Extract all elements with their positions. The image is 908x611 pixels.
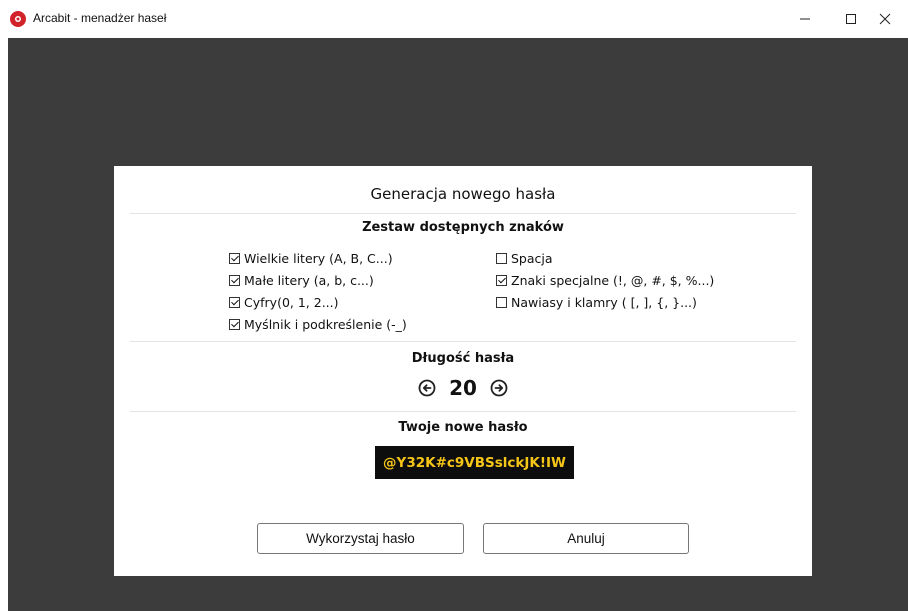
password-generator-dialog: Generacja nowego hasła Zestaw dostępnych… [114,166,812,576]
arrow-right-circle-icon [490,379,508,397]
minimize-button[interactable] [782,0,828,38]
length-section-title: Długość hasła [411,351,515,366]
arrow-left-circle-icon [418,379,436,397]
option-dash-underscore[interactable]: Myślnik i podkreślenie (-_) [229,317,407,332]
cancel-button[interactable]: Anuluj [483,523,689,554]
title-bar: Arcabit - menadżer haseł [0,0,908,38]
divider [130,213,796,214]
decrease-length-button[interactable] [418,379,436,397]
checkbox-dash-underscore[interactable] [229,319,240,330]
increase-length-button[interactable] [490,379,508,397]
option-brackets[interactable]: Nawiasy i klamry ( [, ], {, }...) [496,295,697,310]
option-label: Spacja [511,251,553,266]
option-label: Wielkie litery (A, B, C...) [244,251,393,266]
use-password-button[interactable]: Wykorzystaj hasło [257,523,464,554]
option-uppercase[interactable]: Wielkie litery (A, B, C...) [229,251,393,266]
option-label: Myślnik i podkreślenie (-_) [244,317,407,332]
option-space[interactable]: Spacja [496,251,553,266]
option-label: Małe litery (a, b, c...) [244,273,374,288]
option-label: Znaki specjalne (!, @, #, $, %...) [511,273,715,288]
checkbox-brackets[interactable] [496,297,507,308]
option-label: Nawiasy i klamry ( [, ], {, }...) [511,295,697,310]
divider [130,411,796,412]
dialog-title: Generacja nowego hasła [370,185,556,203]
divider [130,341,796,342]
charset-section-title: Zestaw dostępnych znaków [362,220,564,235]
checkbox-uppercase[interactable] [229,253,240,264]
checkbox-lowercase[interactable] [229,275,240,286]
close-button[interactable] [862,0,908,38]
length-stepper: 20 [114,376,812,400]
password-section-title: Twoje nowe hasło [398,420,528,435]
option-special-chars[interactable]: Znaki specjalne (!, @, #, $, %...) [496,273,714,288]
generated-password[interactable]: @Y32K#c9VBSslckJK!IW [375,446,574,479]
checkbox-digits[interactable] [229,297,240,308]
arcabit-logo-icon [10,11,26,27]
checkbox-space[interactable] [496,253,507,264]
checkbox-special-chars[interactable] [496,275,507,286]
option-label: Cyfry(0, 1, 2...) [244,295,339,310]
option-digits[interactable]: Cyfry(0, 1, 2...) [229,295,339,310]
app-backdrop: Generacja nowego hasła Zestaw dostępnych… [8,38,908,611]
length-value: 20 [449,376,477,400]
option-lowercase[interactable]: Małe litery (a, b, c...) [229,273,374,288]
window-title: Arcabit - menadżer haseł [33,11,167,25]
